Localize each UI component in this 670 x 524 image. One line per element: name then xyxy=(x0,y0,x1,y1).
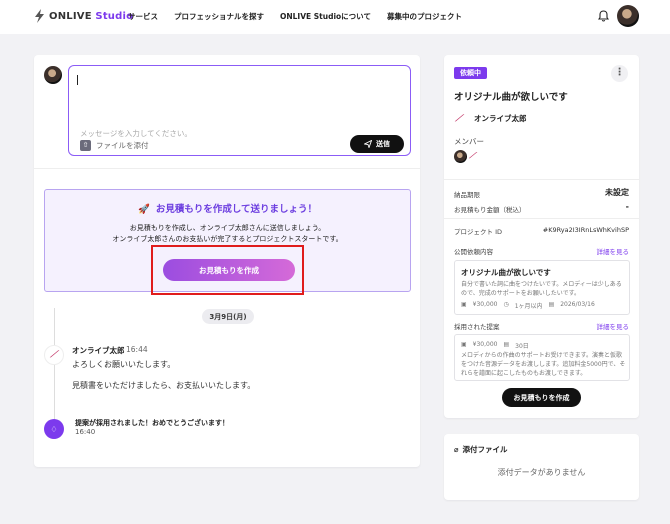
bell-icon[interactable] xyxy=(598,10,609,22)
event-text: 提案が採用されました！おめでとうございます！ xyxy=(75,419,229,427)
project-title: オリジナル曲が欲しいです xyxy=(454,92,568,103)
send-icon xyxy=(364,140,372,148)
request-description: 自分で書いた詞に曲をつけたいです。メロディーは少しあるので、完成のサポートをお願… xyxy=(461,281,622,297)
price-icon: ▣ xyxy=(461,341,467,348)
project-id-label: プロジェクト ID xyxy=(454,228,502,236)
member-label: メンバー xyxy=(454,137,484,146)
divider xyxy=(34,168,420,169)
nav-about[interactable]: ONLIVE Studioについて xyxy=(280,11,371,22)
message-input-placeholder[interactable]: メッセージを入力してください。 xyxy=(80,128,192,139)
main-nav: サービス プロフェッショナルを探す ONLIVE Studioについて 募集中の… xyxy=(128,11,462,22)
send-label: 送信 xyxy=(376,140,390,148)
upload-icon: ⇧ xyxy=(80,140,91,151)
adopted-proposal-detail-link[interactable]: 詳細を見る xyxy=(597,321,630,331)
deadline-label: 納品期限 xyxy=(454,191,480,199)
owner-name[interactable]: オンライブ太郎 xyxy=(474,113,527,124)
calendar-icon: ▤ xyxy=(503,341,510,348)
member-avatar[interactable]: ⟋ xyxy=(468,151,478,161)
calendar-icon: ▤ xyxy=(548,301,555,308)
timeline-line xyxy=(54,308,55,428)
divider xyxy=(444,218,639,219)
paperclip-icon: ⌀ xyxy=(454,445,459,454)
award-icon: ♢ xyxy=(44,419,64,439)
attach-file-label: ファイルを添付 xyxy=(96,141,149,150)
attach-file-button[interactable]: ⇧ ファイルを添付 xyxy=(80,140,149,151)
member-avatar[interactable] xyxy=(454,150,467,163)
attachments-panel: ⌀ 添付ファイル 添付データがありません xyxy=(444,434,639,500)
site-logo[interactable]: ONLIVE Studio xyxy=(34,9,133,23)
project-id-value: #K9Rya2I3IRnLsWhKvihSP xyxy=(542,226,629,234)
date-separator: 3月9日(月) xyxy=(202,309,254,324)
adopted-proposal-card[interactable]: ▣ ¥30,000 ▤ 30日 メロディからの作曲のサポートお受けできます。演奏と仮… xyxy=(454,334,630,381)
amount-label: お見積もり金額（税込） xyxy=(454,206,526,214)
top-header: ONLIVE Studio サービス プロフェッショナルを探す ONLIVE S… xyxy=(0,0,670,34)
proposal-duration: 30日 xyxy=(515,343,529,350)
message-text: よろしくお願いいたします。 xyxy=(72,360,176,369)
message-author: オンライブ太郎 xyxy=(72,346,125,355)
clock-icon: ◷ xyxy=(503,301,509,308)
public-request-card[interactable]: オリジナル曲が欲しいです 自分で書いた詞に曲をつけたいです。メロディーは少しある… xyxy=(454,260,630,315)
public-request-label: 公開依頼内容 xyxy=(454,248,493,256)
message-text: 見積書をいただけましたら、お支払いいたします。 xyxy=(72,381,256,390)
owner-icon: ⟋ xyxy=(454,114,465,124)
request-date: 2026/03/16 xyxy=(560,301,595,308)
proposal-description: メロディからの作曲のサポートお受けできます。演奏と仮歌をつけた音源データをお渡し… xyxy=(461,352,626,377)
attachments-title: ⌀ 添付ファイル xyxy=(454,445,508,454)
deadline-value: 未設定 xyxy=(605,188,629,197)
estimate-title: 🚀 お見積もりを作成して送りましょう！ xyxy=(137,204,318,215)
attachments-empty: 添付データがありません xyxy=(497,468,586,477)
more-options-icon[interactable]: ⋮ xyxy=(611,65,628,82)
logo-mark-icon xyxy=(35,9,44,23)
message-composer[interactable]: メッセージを入力してください。 ⇧ ファイルを添付 送信 xyxy=(68,65,411,156)
message-author-avatar: ⟋ xyxy=(44,345,64,365)
logo-text: ONLIVE Studio xyxy=(49,10,134,22)
project-sidebar: 依頼中 ⋮ オリジナル曲が欲しいです ⟋ オンライブ太郎 メンバー ⟋ 納品期限… xyxy=(444,55,639,418)
request-duration: 1ヶ月以内 xyxy=(514,303,543,310)
nav-open-projects[interactable]: 募集中のプロジェクト xyxy=(387,11,462,22)
send-button[interactable]: 送信 xyxy=(350,135,404,153)
public-request-detail-link[interactable]: 詳細を見る xyxy=(597,246,630,256)
request-price: ¥30,000 xyxy=(472,301,498,308)
amount-value: - xyxy=(625,202,629,211)
request-title: オリジナル曲が欲しいです xyxy=(461,268,551,277)
event-time: 16:40 xyxy=(75,428,96,436)
nav-find-pros[interactable]: プロフェッショナルを探す xyxy=(174,11,264,22)
proposal-price: ¥30,000 xyxy=(472,341,498,348)
composer-avatar xyxy=(44,66,62,84)
request-meta: ▣ ¥30,000 ◷ 1ヶ月以内 ▤ 2026/03/16 xyxy=(461,301,595,310)
divider xyxy=(444,179,639,180)
nav-services[interactable]: サービス xyxy=(128,11,158,22)
status-badge: 依頼中 xyxy=(454,67,487,79)
adopted-proposal-label: 採用された提案 xyxy=(454,323,500,331)
rocket-icon: 🚀 xyxy=(137,204,150,215)
estimate-description: お見積もりを作成し、オンライブ太郎さんに送信しましょう。 オンライブ太郎さんのお… xyxy=(112,224,343,243)
highlight-box xyxy=(151,245,304,295)
user-avatar[interactable] xyxy=(617,5,639,27)
text-caret xyxy=(77,75,78,85)
create-estimate-side-button[interactable]: お見積もりを作成 xyxy=(502,388,581,407)
proposal-meta: ▣ ¥30,000 ▤ 30日 xyxy=(461,341,529,350)
price-icon: ▣ xyxy=(461,301,467,308)
message-time: 16:44 xyxy=(126,345,148,354)
